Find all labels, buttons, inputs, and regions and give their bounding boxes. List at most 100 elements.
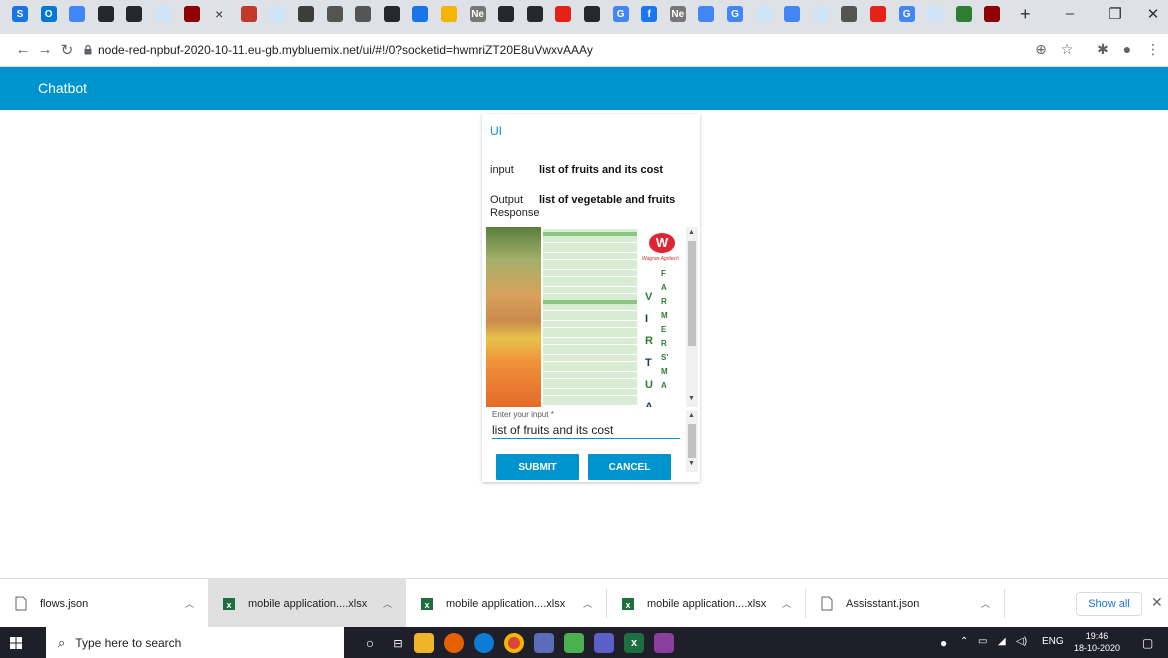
cloud-icon[interactable] [927, 6, 944, 22]
tray-chevron-icon[interactable]: ⌃ [960, 636, 968, 647]
firefox-icon[interactable] [444, 633, 464, 653]
network-icon[interactable]: ◢ [998, 636, 1006, 647]
facebook-icon[interactable]: f [641, 6, 658, 22]
scroll-down-icon[interactable]: ▼ [688, 395, 695, 402]
back-icon[interactable]: ← [14, 41, 32, 58]
svg-text:x: x [226, 600, 231, 610]
cloud-icon[interactable] [155, 6, 171, 22]
restore-icon[interactable]: ❐ [1105, 5, 1125, 23]
excel-icon: x [420, 596, 434, 612]
ibm-icon[interactable] [355, 6, 372, 22]
cancel-button[interactable]: CANCEL [588, 454, 671, 480]
ne-icon[interactable]: Ne [469, 6, 486, 22]
pen-icon[interactable] [698, 6, 715, 22]
chevron-up-icon[interactable]: ︿ [782, 597, 791, 610]
watson-icon[interactable] [298, 6, 314, 22]
brand-letter: M [661, 311, 668, 320]
ne-icon[interactable]: Ne [669, 6, 686, 22]
edge-icon[interactable] [474, 633, 494, 653]
taskbar-search[interactable]: ⌕ Type here to search [46, 627, 344, 658]
download-item[interactable]: flows.json ︿ [0, 579, 208, 628]
github-icon[interactable] [498, 6, 515, 22]
docs-icon[interactable] [784, 6, 801, 22]
ibm-icon[interactable] [841, 6, 858, 22]
cortana-icon[interactable]: ○ [360, 633, 380, 653]
app-header: Chatbot [0, 67, 1168, 110]
download-item[interactable]: x mobile application....xlsx ︿ [208, 579, 406, 628]
notifications-icon[interactable]: ▢ [1142, 636, 1153, 650]
zoom-icon[interactable]: ⊕ [1032, 41, 1050, 58]
extensions-icon[interactable]: ✱ [1094, 41, 1112, 58]
chevron-up-icon[interactable]: ︿ [185, 597, 194, 610]
form-scrollbar[interactable]: ▲ ▼ [686, 410, 698, 472]
windows-start-icon[interactable] [10, 637, 22, 649]
download-item[interactable]: x mobile application....xlsx ︿ [406, 579, 606, 628]
brand-letter: T [645, 357, 652, 369]
forward-icon[interactable]: → [36, 41, 54, 58]
submit-button[interactable]: SUBMIT [496, 454, 579, 480]
download-item[interactable]: Assisstant.json ︿ [806, 579, 1004, 628]
google-icon[interactable]: G [898, 6, 915, 22]
youtube-icon[interactable] [555, 6, 572, 22]
user-input-field[interactable] [492, 422, 680, 439]
chrome-icon[interactable] [504, 633, 524, 653]
app-icon[interactable] [564, 633, 584, 653]
file-explorer-icon[interactable] [414, 633, 434, 653]
chevron-up-icon[interactable]: ︿ [981, 597, 990, 610]
volume-icon[interactable]: ◁) [1016, 636, 1027, 647]
youtube-icon[interactable] [870, 6, 886, 22]
menu-icon[interactable]: ⋮ [1144, 41, 1162, 58]
chevron-up-icon[interactable]: ︿ [383, 597, 392, 610]
task-view-icon[interactable]: ⊟ [388, 633, 408, 653]
excel-icon[interactable]: x [624, 633, 644, 653]
cloud-icon[interactable] [812, 6, 829, 22]
show-all-button[interactable]: Show all [1076, 592, 1142, 616]
cloud-icon[interactable] [755, 6, 772, 22]
cloud-icon[interactable] [269, 6, 286, 22]
assistant-icon[interactable] [441, 6, 457, 22]
docs-icon[interactable] [69, 6, 86, 22]
github-icon[interactable] [126, 6, 143, 22]
outlook-icon[interactable]: O [40, 6, 57, 22]
language-indicator[interactable]: ENG [1042, 636, 1064, 647]
download-item[interactable]: x mobile application....xlsx ︿ [607, 579, 805, 628]
download-filename: mobile application....xlsx [647, 597, 767, 610]
ibm-icon[interactable] [326, 6, 343, 22]
close-shelf-icon[interactable]: ✕ [1151, 594, 1163, 611]
github-icon[interactable] [526, 6, 543, 22]
scroll-up-icon[interactable]: ▲ [688, 412, 695, 419]
doc-icon[interactable] [412, 6, 429, 22]
s-app-icon[interactable]: S [12, 6, 28, 22]
battery-icon[interactable]: ▭ [978, 636, 987, 647]
app-icon[interactable] [534, 633, 554, 653]
teams-icon[interactable] [594, 633, 614, 653]
google-icon[interactable]: G [612, 6, 629, 22]
excel-icon: x [621, 596, 635, 612]
github-icon[interactable] [97, 6, 114, 22]
address-bar[interactable]: node-red-npbuf-2020-10-11.eu-gb.mybluemi… [98, 43, 593, 57]
scrollbar-thumb[interactable] [688, 241, 696, 346]
node-red-icon[interactable] [183, 6, 200, 22]
github-icon[interactable] [383, 6, 400, 22]
google-icon[interactable]: G [727, 6, 743, 22]
chevron-up-icon[interactable]: ︿ [583, 597, 592, 610]
help-icon[interactable]: ● [940, 636, 947, 650]
close-tab-icon[interactable]: × [212, 6, 226, 22]
node-red-icon[interactable] [240, 6, 257, 22]
reload-icon[interactable]: ↻ [58, 41, 76, 59]
bookmark-star-icon[interactable]: ☆ [1058, 41, 1076, 58]
new-tab-button[interactable]: + [1020, 4, 1031, 25]
scroll-down-icon[interactable]: ▼ [688, 460, 695, 467]
github-icon[interactable] [584, 6, 600, 22]
download-filename: mobile application....xlsx [248, 597, 368, 610]
scrollbar-thumb[interactable] [688, 424, 696, 458]
profile-icon[interactable]: ● [1118, 41, 1136, 57]
scroll-up-icon[interactable]: ▲ [688, 229, 695, 236]
minimize-icon[interactable]: – [1060, 5, 1080, 22]
close-window-icon[interactable]: ✕ [1143, 5, 1163, 23]
image-scrollbar[interactable]: ▲ ▼ [686, 227, 698, 407]
clock[interactable]: 19:46 18-10-2020 [1070, 630, 1124, 654]
tape-icon[interactable] [955, 6, 972, 22]
app-icon[interactable] [654, 633, 674, 653]
node-red-icon[interactable] [984, 6, 1001, 22]
